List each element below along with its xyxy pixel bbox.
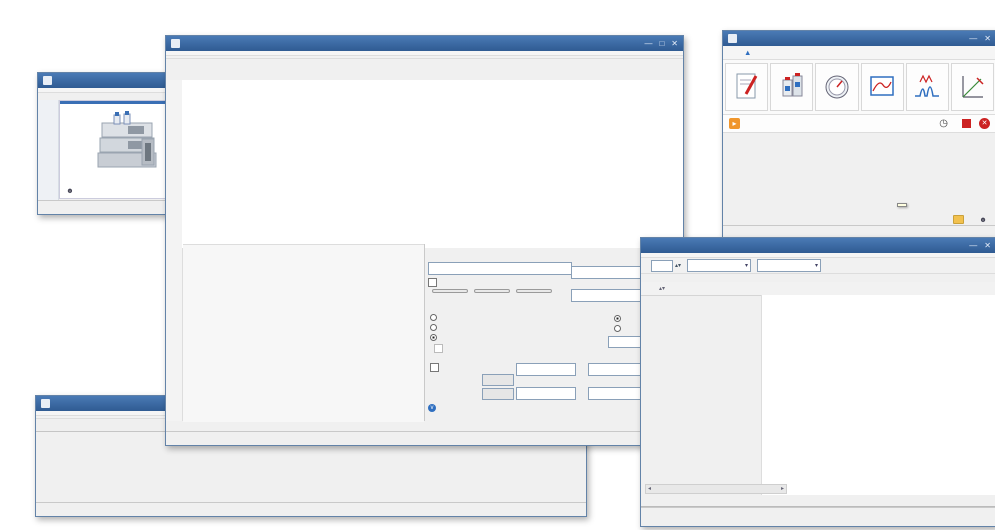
result-table-pane — [183, 244, 424, 422]
desktop: ☻ — □ ✕ — [0, 0, 995, 530]
instrument-title-bar[interactable]: — ✕ — [723, 31, 995, 46]
chromatogram-status-bar — [166, 431, 683, 445]
app-icon — [43, 76, 52, 85]
method-setup-tile[interactable] — [725, 63, 768, 111]
all-identified-radio[interactable] — [430, 324, 440, 331]
logged-user: ☻ — [66, 186, 74, 195]
calibration-tile[interactable] — [951, 63, 994, 111]
calculation-select[interactable]: ▾ — [571, 266, 647, 279]
open-stored-checkbox[interactable] — [428, 278, 440, 287]
instrument-menu[interactable]: ▲ — [723, 46, 995, 60]
user-icon: ☻ — [979, 215, 987, 224]
close-button[interactable]: ✕ — [984, 241, 991, 250]
scroll-spin-icon[interactable]: ▴▾ — [659, 285, 665, 292]
result-table-title — [183, 245, 424, 247]
chromatogram-plot-pane[interactable] — [182, 80, 683, 248]
chromatogram-window: — □ ✕ — [165, 35, 684, 446]
instrument-big-toolbar — [723, 60, 995, 115]
calibration-file-input[interactable] — [428, 262, 572, 275]
sequence-status-bar — [36, 502, 586, 516]
instrument-window: — ✕ ▲ — [722, 30, 995, 240]
user-variables-button[interactable]: v — [428, 404, 439, 412]
use-scale-checkbox[interactable] — [430, 363, 442, 372]
user-icon: ☻ — [66, 186, 74, 195]
stop-button[interactable] — [962, 119, 971, 128]
sequence-icon — [41, 399, 50, 408]
chromatogram-icon — [171, 39, 180, 48]
mode-select[interactable]: ▾ — [687, 259, 751, 272]
close-button[interactable]: ✕ — [671, 39, 678, 48]
set-button[interactable] — [432, 289, 468, 293]
algorithm-select[interactable]: ▾ — [571, 289, 647, 302]
user-variables-icon: v — [428, 404, 436, 412]
dilution-input[interactable] — [588, 387, 646, 400]
all-peaks-radio[interactable] — [430, 314, 440, 321]
view-button[interactable] — [516, 289, 552, 293]
calibration-chart — [762, 295, 995, 495]
calibration-toolbar[interactable]: ▴▾ ▾ ▾ — [641, 258, 995, 274]
all-in-calibration-radio[interactable] — [430, 334, 440, 341]
folder-icon — [953, 215, 964, 224]
minimize-button[interactable]: — — [969, 34, 977, 43]
logo-icon: ▲ — [744, 48, 751, 57]
abort-button[interactable]: ✕ — [979, 118, 990, 129]
height-radio[interactable] — [614, 325, 624, 332]
units-input[interactable] — [482, 388, 514, 400]
device-monitor-tile[interactable] — [815, 63, 858, 111]
chromatogram-side-toolbar[interactable] — [166, 80, 183, 421]
calibration-window: — ✕ ▴▾ ▾ ▾ ▴▾ ▴▾ ◂▸ — [640, 237, 995, 527]
user-indicator[interactable]: ☻ — [979, 215, 990, 224]
injection-tile[interactable] — [770, 63, 813, 111]
chromatogram-title-bar[interactable]: — □ ✕ — [166, 36, 683, 51]
running-icon: ▸ — [729, 118, 740, 129]
none-button[interactable] — [474, 289, 510, 293]
calibration-header-row: ▴▾ — [641, 282, 995, 296]
data-acquisition-tile[interactable] — [861, 63, 904, 111]
fields-hscrollbar[interactable]: ◂▸ — [645, 484, 787, 494]
compound-spin[interactable] — [651, 260, 673, 272]
calibration-plot-pane[interactable] — [761, 295, 995, 495]
chromatogram-chart — [182, 80, 683, 248]
inj-volume-input[interactable] — [516, 387, 576, 400]
calibration-title-bar[interactable]: — ✕ — [641, 238, 995, 253]
running-bar: ▸ ◷ ✕ — [723, 115, 995, 133]
amount-input[interactable] — [516, 363, 576, 376]
calibration-status-bar — [641, 507, 995, 521]
scale-factor-input[interactable] — [482, 374, 514, 386]
type-select[interactable]: ▾ — [757, 259, 821, 272]
sample-tooltip — [897, 203, 907, 207]
calibration-tabs[interactable] — [641, 494, 995, 507]
main-sidebar[interactable] — [38, 100, 59, 200]
area-radio[interactable] — [614, 315, 624, 322]
project-indicator[interactable] — [953, 215, 967, 224]
chromatogram-tile[interactable] — [906, 63, 949, 111]
instrument-icon — [728, 34, 737, 43]
stopwatch-icon: ◷ — [939, 118, 948, 129]
instrument-footer: ☻ — [953, 215, 990, 224]
minimize-button[interactable]: — — [644, 39, 652, 48]
chromatogram-toolbar[interactable] — [166, 56, 683, 59]
minimize-button[interactable]: — — [969, 241, 977, 250]
istd-amount-input[interactable] — [588, 363, 642, 376]
maximize-button[interactable]: □ — [659, 39, 664, 48]
instrument-illustration — [84, 109, 170, 171]
close-button[interactable]: ✕ — [984, 34, 991, 43]
hide-istd-checkbox[interactable] — [434, 344, 446, 353]
